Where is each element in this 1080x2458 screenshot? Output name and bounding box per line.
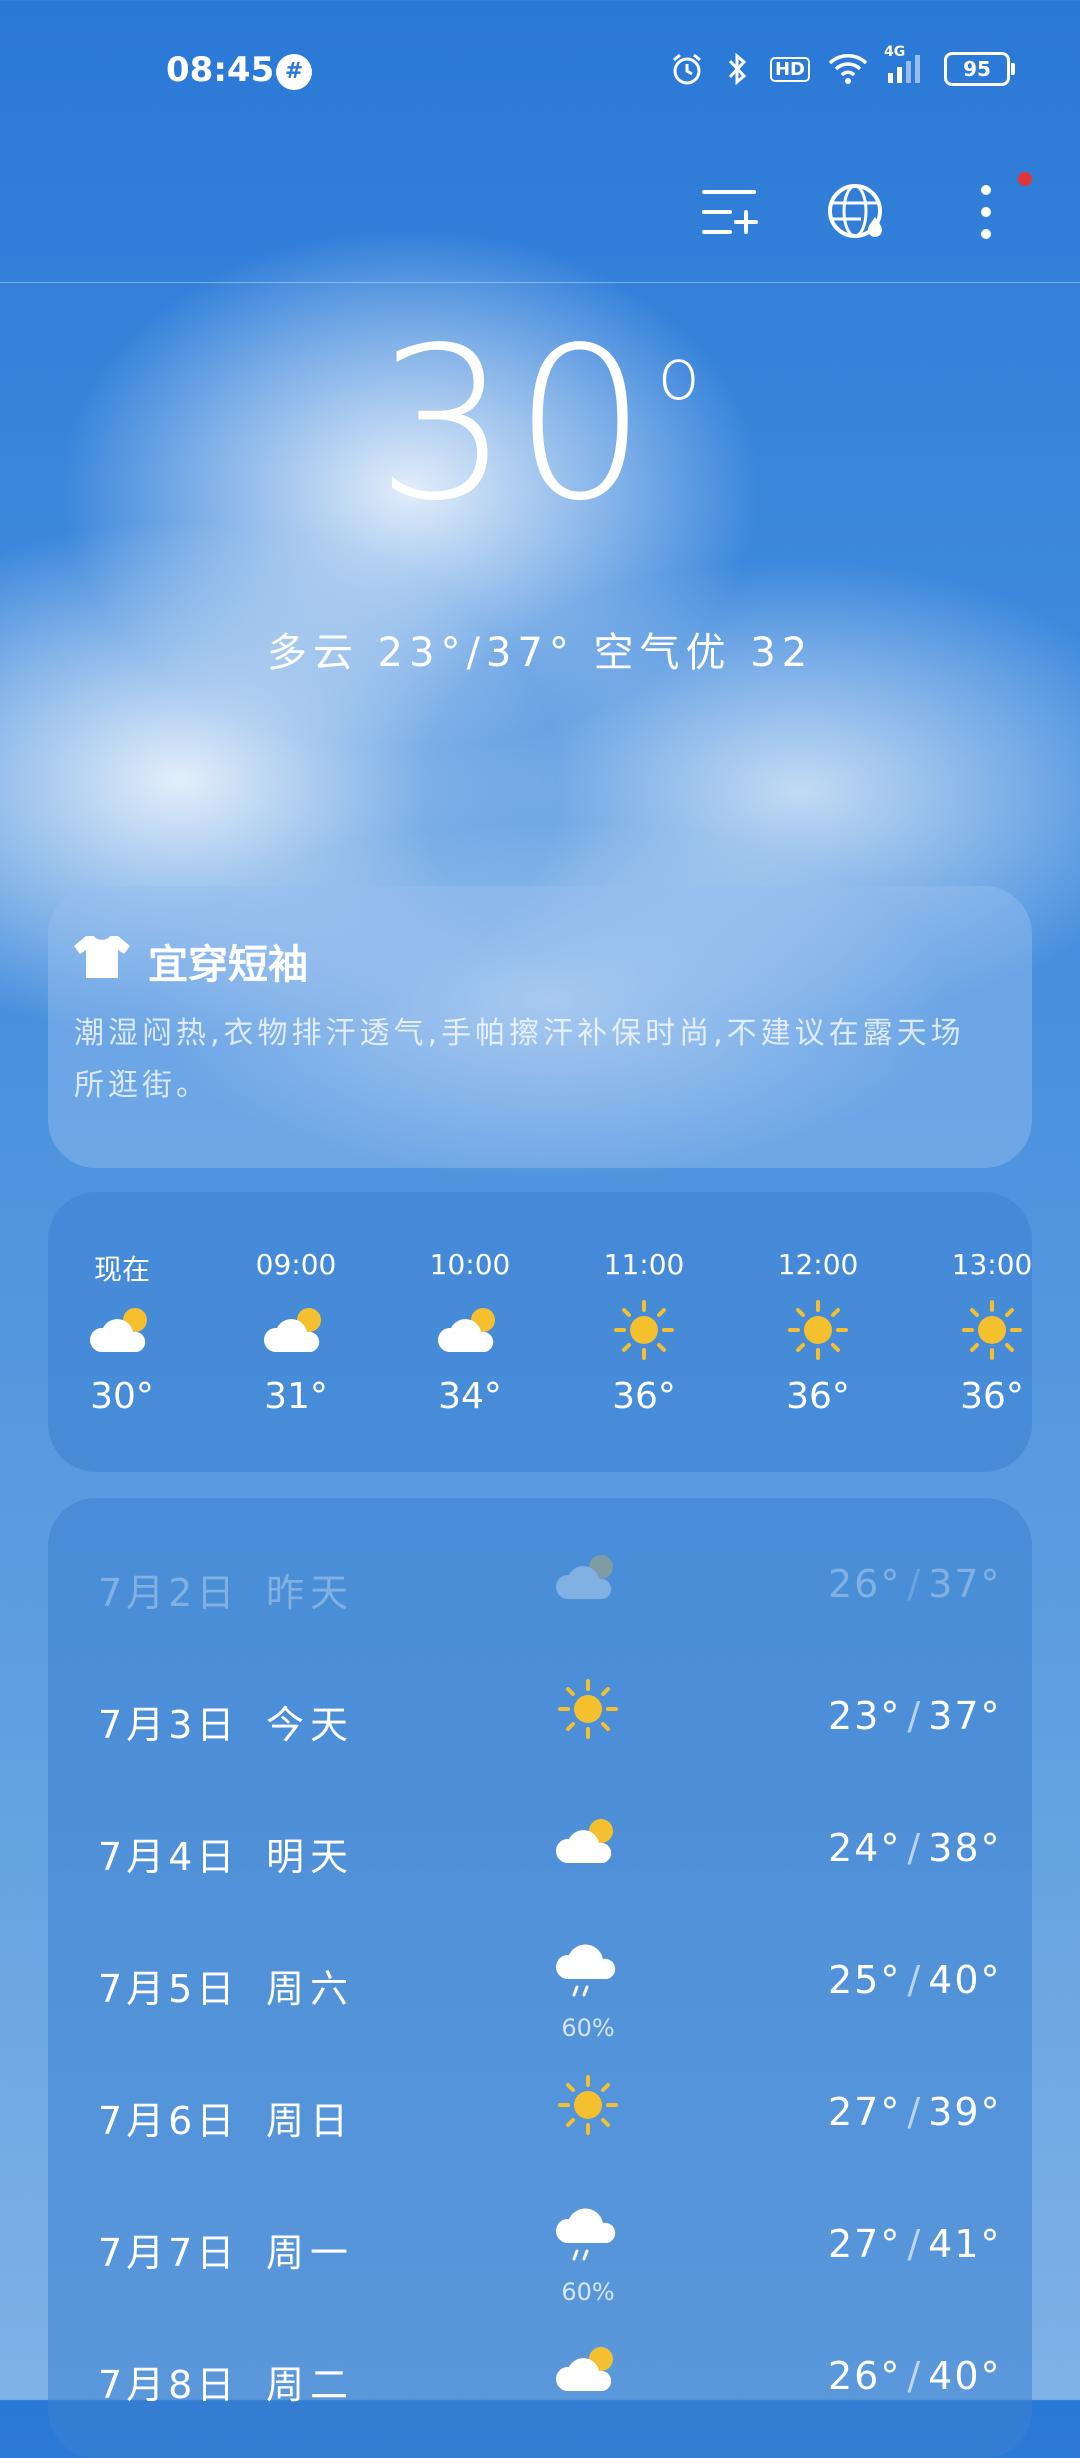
day-name: 周二 [266, 2363, 355, 2407]
daily-row[interactable]: 7月3日 今天 23°/37° [48, 1650, 1032, 1782]
day-name: 周六 [266, 1967, 355, 2011]
bluetooth-icon [722, 52, 752, 86]
hourly-time: 13:00 [951, 1248, 1032, 1281]
day-temp-range: 25°/40° [828, 1958, 1002, 2002]
partly-cloudy-icon [548, 1806, 628, 1876]
day-date: 7月8日 [98, 2363, 239, 2407]
day-name: 昨天 [266, 1571, 355, 1615]
hourly-time: 现在 [93, 1253, 150, 1286]
hourly-time: 09:00 [255, 1248, 337, 1281]
clothing-tip-card[interactable]: 宜穿短袖 潮湿闷热,衣物排汗透气,手帕擦汗补保时尚,不建议在露天场所逛街。 [48, 886, 1032, 1168]
current-temperature: 30o [0, 320, 1080, 530]
top-app-bar [0, 140, 1080, 283]
current-temp-value: 30 [375, 302, 652, 547]
hourly-temp: 36° [612, 1376, 676, 1417]
daily-row[interactable]: 7月4日 明天 24°/38° [48, 1782, 1032, 1914]
rain-icon [548, 1938, 628, 2008]
hourly-item: 13:00 36° [922, 1248, 1032, 1417]
hourly-temp: 36° [960, 1376, 1024, 1417]
notification-icon: # [276, 54, 312, 90]
degree-symbol: o [657, 334, 705, 416]
rain-probability: 60% [561, 2278, 615, 2306]
day-name: 周一 [266, 2231, 355, 2275]
partly-cloudy-icon [226, 1294, 366, 1366]
signal-4g-icon: 4G [884, 44, 926, 86]
hourly-item: 10:00 34° [400, 1248, 540, 1417]
day-name: 周日 [266, 2099, 355, 2143]
day-temp-range: 27°/41° [828, 2222, 1002, 2266]
hd-icon: HD [769, 52, 810, 86]
sunny-icon [574, 1294, 714, 1366]
hourly-temp: 30° [90, 1376, 154, 1417]
hourly-time: 10:00 [429, 1248, 511, 1281]
notification-badge [1018, 172, 1032, 186]
day-temp-range: 23°/37° [828, 1694, 1002, 1738]
add-city-button[interactable] [700, 180, 764, 244]
hourly-temp: 31° [264, 1376, 328, 1417]
day-date: 7月4日 [98, 1835, 239, 1879]
hourly-item: 12:00 36° [748, 1248, 888, 1417]
partly-cloudy-icon [52, 1294, 192, 1366]
day-temp-range: 24°/38° [828, 1826, 1002, 1870]
hourly-item: 现在 30° [52, 1248, 192, 1417]
more-button[interactable] [954, 172, 1032, 244]
sunny-icon [922, 1294, 1032, 1366]
hourly-item: 09:00 31° [226, 1248, 366, 1417]
rain-probability: 60% [561, 2014, 615, 2042]
day-temp-range: 26°/37° [828, 1562, 1002, 1606]
day-name: 今天 [266, 1703, 355, 1747]
weather-summary[interactable]: 多云 23°/37° 空气优 32 [0, 620, 1080, 678]
sunny-icon [748, 1294, 888, 1366]
more-icon [981, 185, 991, 239]
day-date: 7月6日 [98, 2099, 239, 2143]
day-name: 明天 [266, 1835, 355, 1879]
wifi-icon [828, 52, 868, 86]
tip-text: 潮湿闷热,衣物排汗透气,手帕擦汗补保时尚,不建议在露天场所逛街。 [74, 1016, 965, 1103]
hourly-time: 12:00 [777, 1248, 859, 1281]
hourly-temp: 34° [438, 1376, 502, 1417]
sunny-icon [548, 1674, 628, 1744]
rain-icon [548, 2202, 628, 2272]
daily-row[interactable]: 7月6日 周日 27°/39° [48, 2046, 1032, 2178]
daily-row[interactable]: 7月8日 周二 26°/40° [48, 2310, 1032, 2442]
day-temp-range: 26°/40° [828, 2354, 1002, 2398]
daily-row[interactable]: 7月5日 周六 60% 25°/40° [48, 1914, 1032, 2046]
day-date: 7月3日 [98, 1703, 239, 1747]
hourly-temp: 36° [786, 1376, 850, 1417]
add-city-icon [702, 190, 758, 234]
hourly-item: 11:00 36° [574, 1248, 714, 1417]
status-time: 08:45 [166, 50, 275, 90]
day-date: 7月2日 [98, 1571, 239, 1615]
daily-forecast-card[interactable]: 7月2日 昨天 26°/37° 7月3日 今天 23°/37° 7月4日 明天 … [48, 1498, 1032, 2458]
day-temp-range: 27°/39° [828, 2090, 1002, 2134]
globe-rain-icon [828, 184, 882, 238]
partly-cloudy-icon [548, 2334, 628, 2404]
day-date: 7月5日 [98, 1967, 239, 2011]
sunny-icon [548, 2070, 628, 2140]
partly-cloudy-icon [548, 1542, 628, 1612]
status-bar: 08:45 # HD 4G 95 [0, 0, 1080, 140]
day-date: 7月7日 [98, 2231, 239, 2275]
hourly-forecast-card[interactable]: 现在 30° 09:00 31° 10:00 34° 11:00 36° 12:… [48, 1192, 1032, 1472]
tip-title: 宜穿短袖 [148, 942, 308, 988]
tshirt-icon [74, 936, 130, 978]
daily-row[interactable]: 7月2日 昨天 26°/37° [48, 1518, 1032, 1650]
daily-row[interactable]: 7月7日 周一 60% 27°/41° [48, 2178, 1032, 2310]
globe-button[interactable] [826, 180, 890, 244]
battery-indicator: 95 [944, 52, 1015, 86]
partly-cloudy-icon [400, 1294, 540, 1366]
hourly-time: 11:00 [603, 1248, 685, 1281]
alarm-icon [670, 52, 704, 86]
